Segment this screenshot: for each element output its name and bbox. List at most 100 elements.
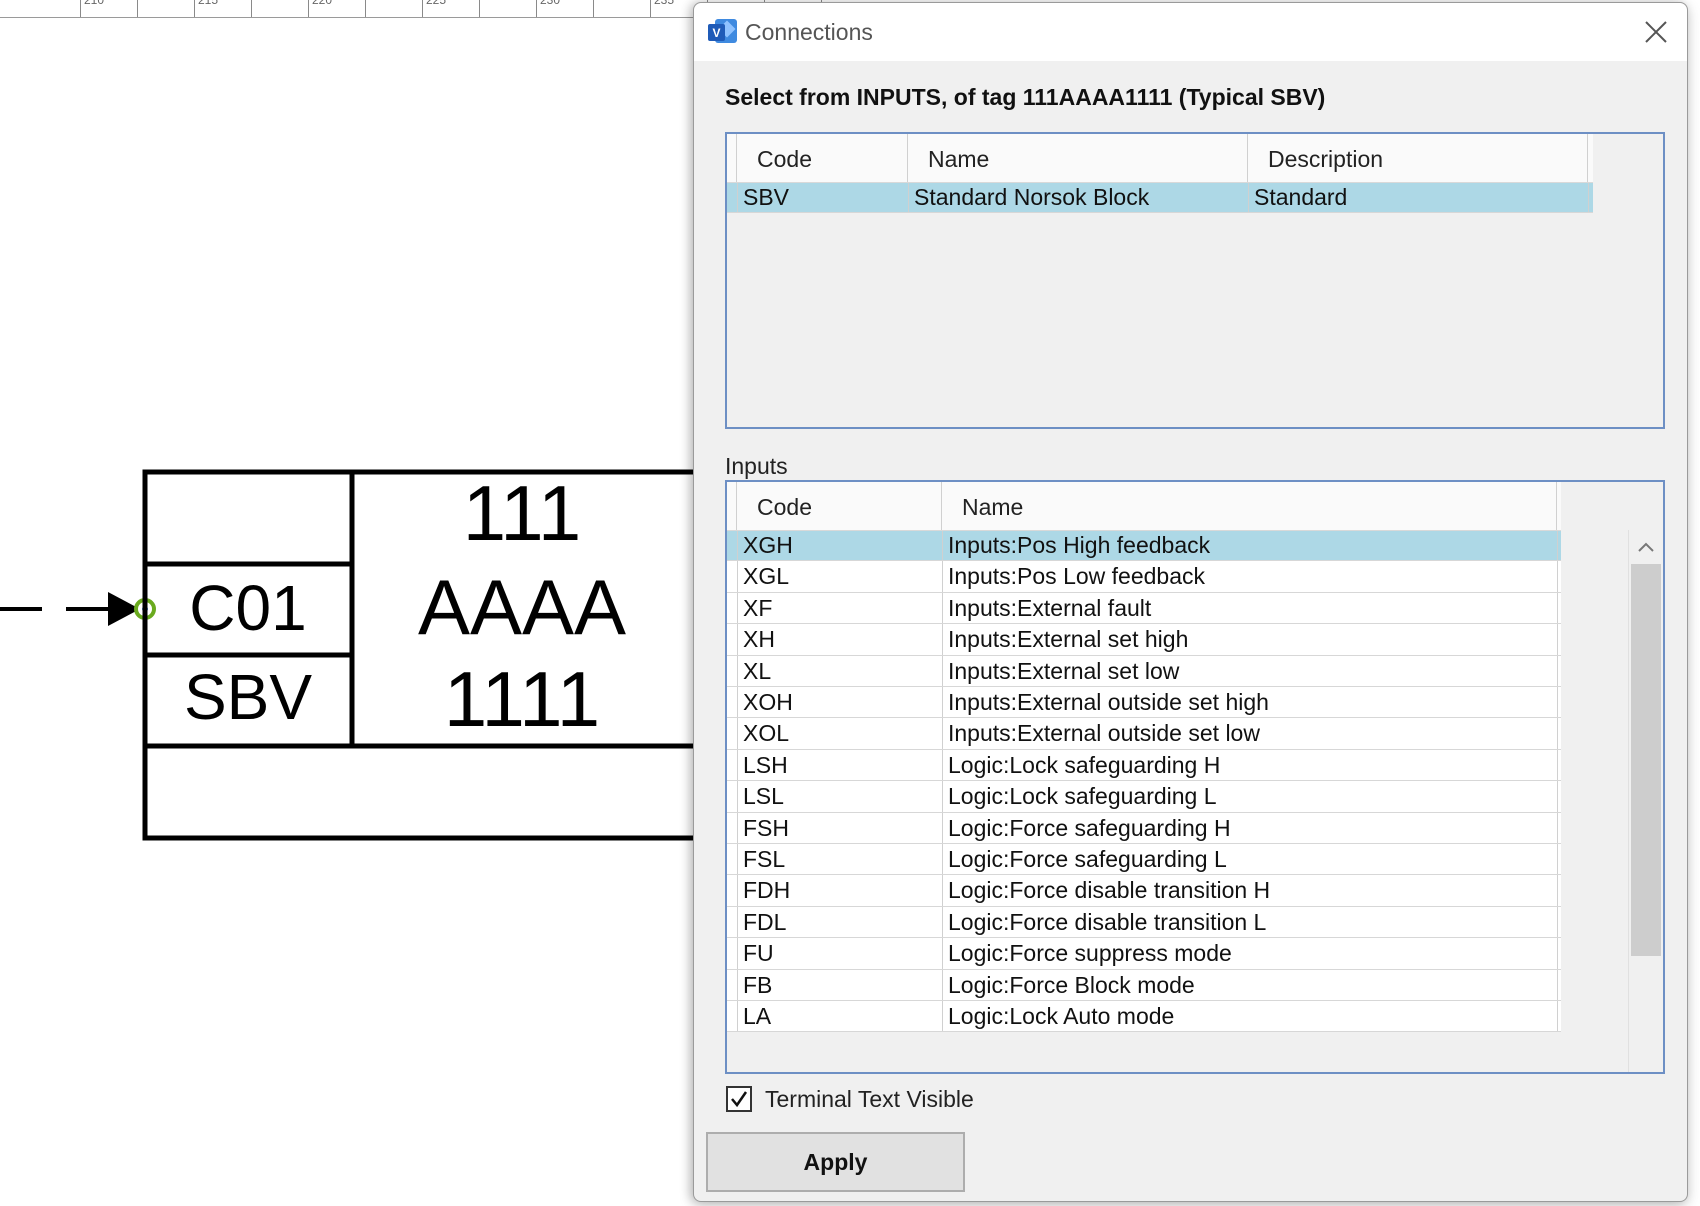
table-row[interactable]: FDH Logic:Force disable transition H <box>727 875 1561 907</box>
cell-code: FDL <box>738 906 943 938</box>
tag-line-1: 111 <box>463 469 582 557</box>
column-header-code[interactable]: Code <box>737 482 942 530</box>
svg-text:V: V <box>712 26 720 40</box>
background-window-edge <box>1690 0 1700 1206</box>
dialog-titlebar[interactable]: V Connections <box>694 3 1687 61</box>
visio-app-icon: V <box>708 19 737 43</box>
tag-line-3: 1111 <box>444 655 600 743</box>
drawing-canvas[interactable]: C01 SBV 111 AAAA 1111 <box>0 0 700 1206</box>
cell-name: Logic:Lock safeguarding L <box>943 781 1558 812</box>
table-row[interactable]: XH Inputs:External set high <box>727 624 1561 656</box>
terminal-text-visible-checkbox[interactable] <box>726 1086 752 1112</box>
close-button[interactable] <box>1625 3 1687 61</box>
table-row[interactable]: FB Logic:Force Block mode <box>727 969 1561 1001</box>
cell-name: Logic:Force Block mode <box>943 969 1558 1000</box>
cell-code: FSL <box>738 844 943 875</box>
row-header[interactable] <box>727 812 738 843</box>
cell-name: Logic:Force safeguarding L <box>943 844 1558 875</box>
inputs-grid[interactable]: LA Logic:Lock Auto mode FB Logic:Force Bloc… <box>725 480 1665 1074</box>
chevron-up-icon <box>1638 542 1654 552</box>
row-header[interactable] <box>727 655 738 686</box>
cell-code: LSH <box>738 749 943 781</box>
row-header[interactable] <box>727 906 738 938</box>
cell-name: Inputs:External set low <box>943 655 1558 686</box>
table-row[interactable]: XGL Inputs:Pos Low feedback <box>727 561 1561 593</box>
table-row[interactable]: FDL Logic:Force disable transition L <box>727 906 1561 939</box>
cell-name: Logic:Force disable transition L <box>943 906 1558 938</box>
table-row[interactable]: LA Logic:Lock Auto mode <box>727 1001 1561 1033</box>
cell-name: Logic:Force suppress mode <box>943 938 1558 969</box>
row-header[interactable] <box>727 530 738 561</box>
column-header-name[interactable]: Name <box>908 134 1248 182</box>
row-header[interactable] <box>727 624 738 655</box>
cell-code: LSL <box>738 781 943 812</box>
scroll-thumb[interactable] <box>1631 564 1661 956</box>
row-header[interactable] <box>727 718 738 749</box>
cell-code: FDH <box>738 875 943 906</box>
cell-code: XL <box>738 655 943 686</box>
row-header[interactable] <box>727 844 738 875</box>
table-row[interactable]: FSL Logic:Force safeguarding L <box>727 844 1561 876</box>
cell-code: LA <box>738 1001 943 1032</box>
cell-name: Logic:Force disable transition H <box>943 875 1558 906</box>
table-row[interactable]: LSL Logic:Lock safeguarding L <box>727 781 1561 813</box>
table-row[interactable]: XL Inputs:External set low <box>727 655 1561 687</box>
typicals-header: Code Name Description <box>727 134 1593 183</box>
row-header[interactable] <box>727 749 738 781</box>
inputs-header: Code Name <box>727 482 1561 531</box>
inputs-scrollbar[interactable] <box>1628 530 1663 1072</box>
cell-code: XGL <box>738 561 943 592</box>
cell-name: Logic:Force safeguarding H <box>943 812 1558 843</box>
column-header-description[interactable]: Description <box>1248 134 1588 182</box>
cell-name: Inputs:External outside set high <box>943 687 1558 718</box>
row-header[interactable] <box>727 182 738 212</box>
cell-name: Inputs:External set high <box>943 624 1558 655</box>
table-row[interactable]: XOH Inputs:External outside set high <box>727 687 1561 719</box>
cell-code: XGH <box>738 530 943 561</box>
inputs-label: Inputs <box>725 453 788 479</box>
cell-code: FB <box>738 969 943 1000</box>
cell-code: XH <box>738 624 943 655</box>
cell-name: Inputs:External fault <box>943 592 1558 624</box>
typicals-grid[interactable]: SBV Standard Norsok Block Standard Code Name… <box>725 132 1665 429</box>
row-header[interactable] <box>727 969 738 1000</box>
cell-name: Inputs:External outside set low <box>943 718 1558 749</box>
table-row[interactable]: LSH Logic:Lock safeguarding H <box>727 749 1561 782</box>
scroll-up-button[interactable] <box>1629 530 1663 564</box>
row-header[interactable] <box>727 592 738 624</box>
cell-code: XF <box>738 592 943 624</box>
table-row[interactable]: FSH Logic:Force safeguarding H <box>727 812 1561 844</box>
cell-code: XOL <box>738 718 943 749</box>
row-header[interactable] <box>727 781 738 812</box>
selection-prompt: Select from INPUTS, of tag 111AAAA1111 (… <box>725 84 1326 110</box>
column-header-code[interactable]: Code <box>737 134 908 182</box>
row-header[interactable] <box>727 1001 738 1032</box>
cell-code: SBV <box>738 182 909 212</box>
apply-button[interactable]: Apply <box>706 1132 965 1192</box>
block-type-text: SBV <box>184 661 312 733</box>
cell-name: Logic:Lock Auto mode <box>943 1001 1558 1032</box>
table-row[interactable]: XGH Inputs:Pos High feedback <box>727 530 1561 562</box>
row-header[interactable] <box>727 875 738 906</box>
terminal-text-visible-label[interactable]: Terminal Text Visible <box>765 1086 974 1113</box>
connections-dialog: V Connections Select from INPUTS, of tag… <box>693 2 1688 1202</box>
row-header[interactable] <box>727 687 738 718</box>
cell-name: Standard Norsok Block <box>909 182 1249 212</box>
cell-name: Inputs:Pos High feedback <box>943 530 1558 561</box>
cell-name: Inputs:Pos Low feedback <box>943 561 1558 592</box>
row-header[interactable] <box>727 561 738 592</box>
dialog-title: Connections <box>745 19 873 45</box>
cell-code: FU <box>738 938 943 969</box>
table-row[interactable]: SBV Standard Norsok Block Standard <box>727 182 1593 213</box>
table-row[interactable]: XF Inputs:External fault <box>727 592 1561 625</box>
table-row[interactable]: XOL Inputs:External outside set low <box>727 718 1561 750</box>
row-header[interactable] <box>727 938 738 969</box>
terminal-code-text: C01 <box>189 572 306 644</box>
column-header-name[interactable]: Name <box>942 482 1557 530</box>
close-icon <box>1645 21 1667 43</box>
cell-name: Logic:Lock safeguarding H <box>943 749 1558 781</box>
cell-code: XOH <box>738 687 943 718</box>
table-row[interactable]: FU Logic:Force suppress mode <box>727 938 1561 970</box>
header-corner <box>727 482 737 530</box>
header-corner <box>727 134 737 182</box>
